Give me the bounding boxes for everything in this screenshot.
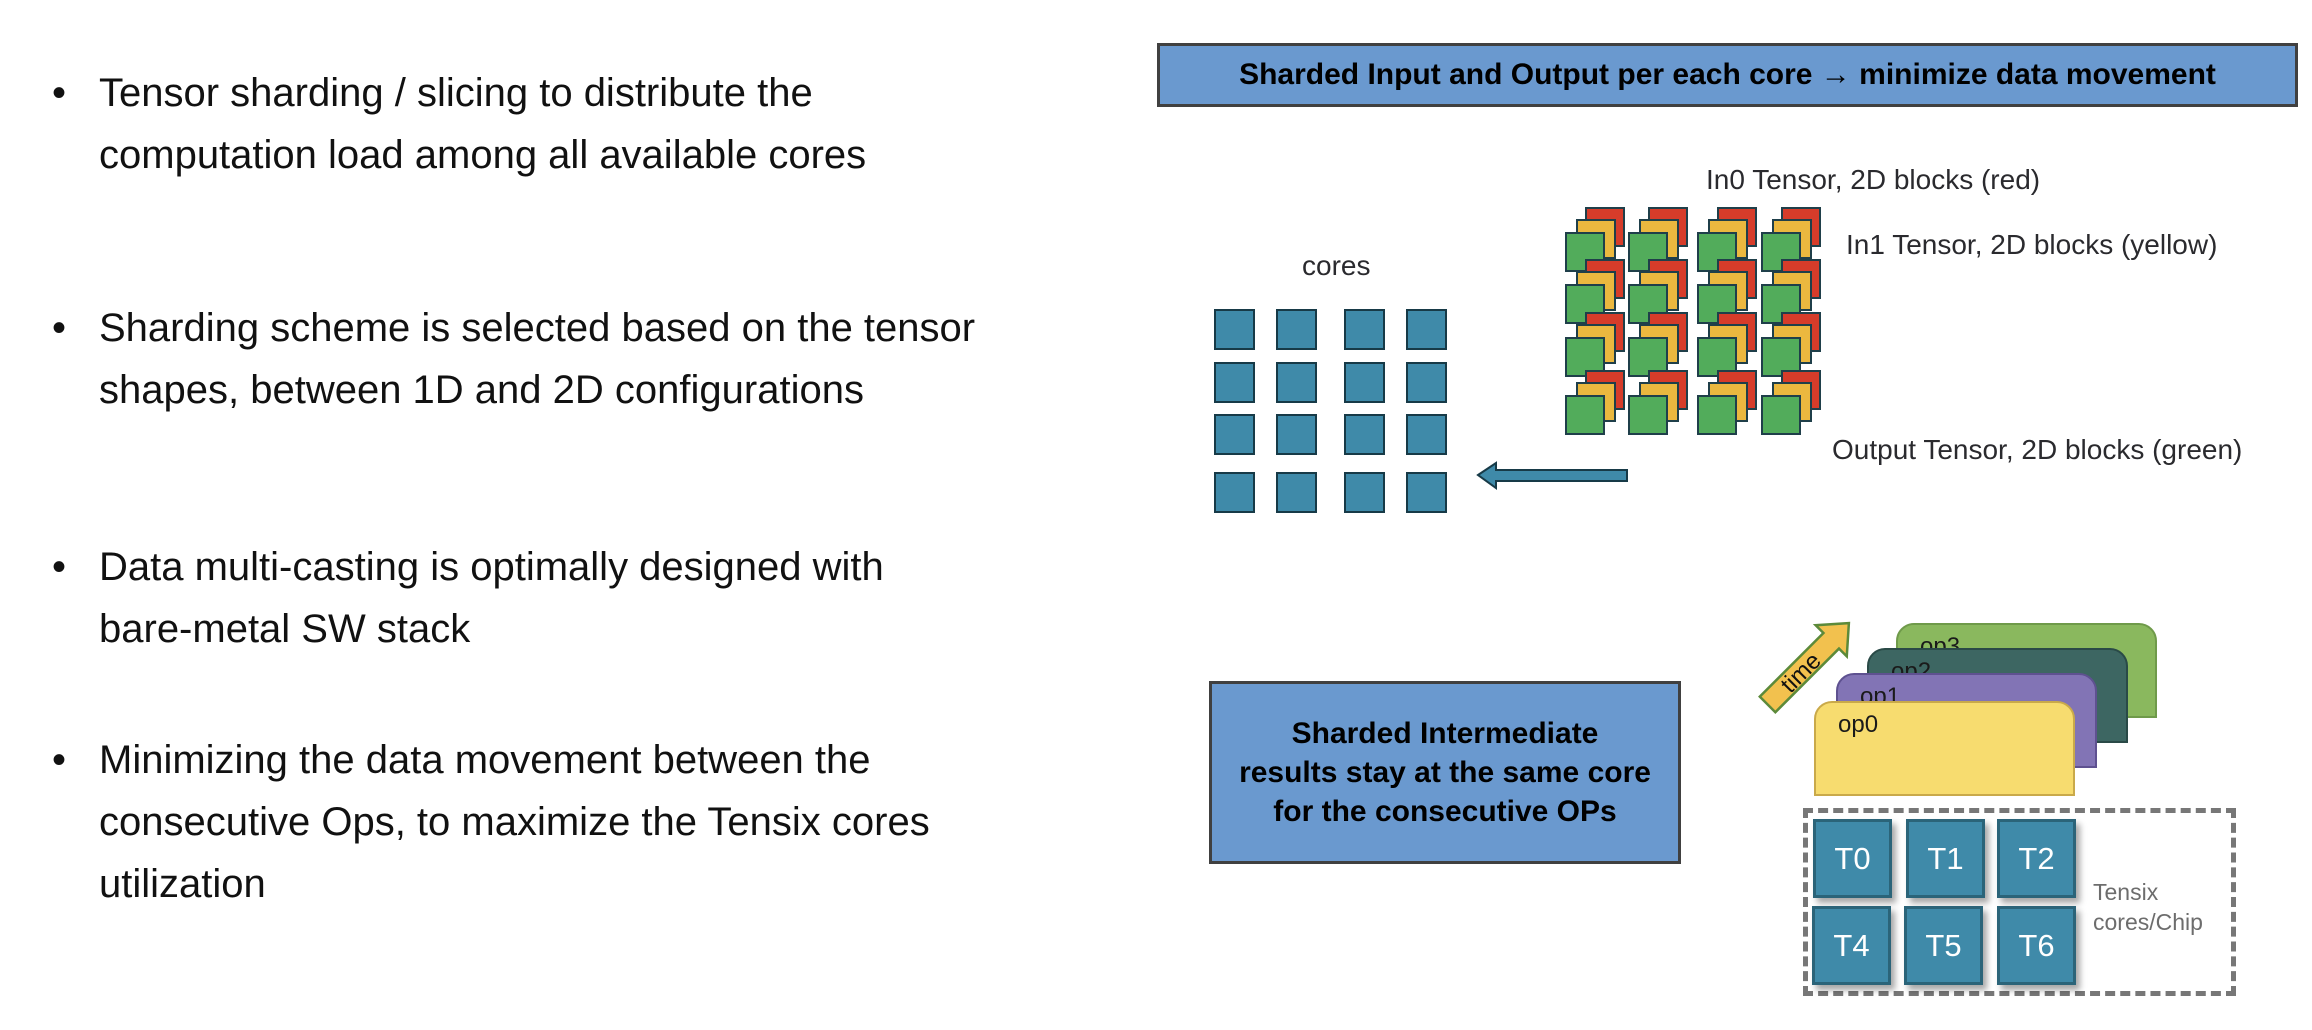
tensix-core: T6 [1997, 906, 2076, 985]
core-block [1276, 309, 1317, 350]
op-label: op0 [1838, 711, 1879, 738]
tensix-core: T0 [1813, 819, 1892, 898]
tensix-core: T2 [1997, 819, 2076, 898]
in0-tensor-label: In0 Tensor, 2D blocks (red) [1706, 164, 2041, 195]
output-block [1628, 395, 1668, 435]
core-block [1344, 309, 1385, 350]
tensix-core: T4 [1812, 906, 1891, 985]
cores-label: cores [1302, 250, 1371, 281]
core-block [1214, 309, 1255, 350]
left-arrow-icon [1476, 461, 1628, 490]
core-block [1406, 309, 1447, 350]
bullet-text: Minimizing the data movement between the… [99, 738, 930, 906]
core-block [1276, 472, 1317, 513]
bullet-dot: • [52, 738, 67, 782]
output-block [1565, 395, 1605, 435]
bullet-text: Tensor sharding / slicing to distribute … [99, 71, 867, 177]
core-block [1214, 414, 1255, 455]
tensix-core: T5 [1904, 906, 1983, 985]
sharded-io-title: Sharded Input and Output per each core →… [1239, 58, 2216, 91]
bullet-dot: • [52, 306, 67, 350]
in1-tensor-label: In1 Tensor, 2D blocks (yellow) [1846, 229, 2218, 260]
core-block [1344, 414, 1385, 455]
tensix-chip-label: Tensix cores/Chip [2093, 879, 2203, 935]
op-card-op0: op0 [1814, 701, 2075, 796]
core-block [1406, 414, 1447, 455]
output-block [1761, 395, 1801, 435]
output-tensor-label: Output Tensor, 2D blocks (green) [1832, 434, 2243, 465]
core-block [1214, 472, 1255, 513]
core-block [1344, 472, 1385, 513]
core-block [1214, 362, 1255, 403]
core-block [1276, 362, 1317, 403]
output-block [1697, 395, 1737, 435]
intermediate-results-text: Sharded Intermediate results stay at the… [1239, 717, 1651, 828]
core-block [1406, 362, 1447, 403]
bullet-dot: • [52, 545, 67, 589]
bullet-text: Sharding scheme is selected based on the… [99, 306, 976, 412]
intermediate-results-note: Sharded Intermediate results stay at the… [1209, 681, 1681, 864]
bullet-text: Data multi-casting is optimally designed… [99, 545, 884, 651]
tensix-core: T1 [1906, 819, 1985, 898]
core-block [1406, 472, 1447, 513]
bullet-list: • Tensor sharding / slicing to distribut… [0, 0, 1100, 1030]
bullet-dot: • [52, 71, 67, 115]
core-block [1344, 362, 1385, 403]
sharded-io-title-box: Sharded Input and Output per each core →… [1157, 43, 2298, 107]
core-block [1276, 414, 1317, 455]
